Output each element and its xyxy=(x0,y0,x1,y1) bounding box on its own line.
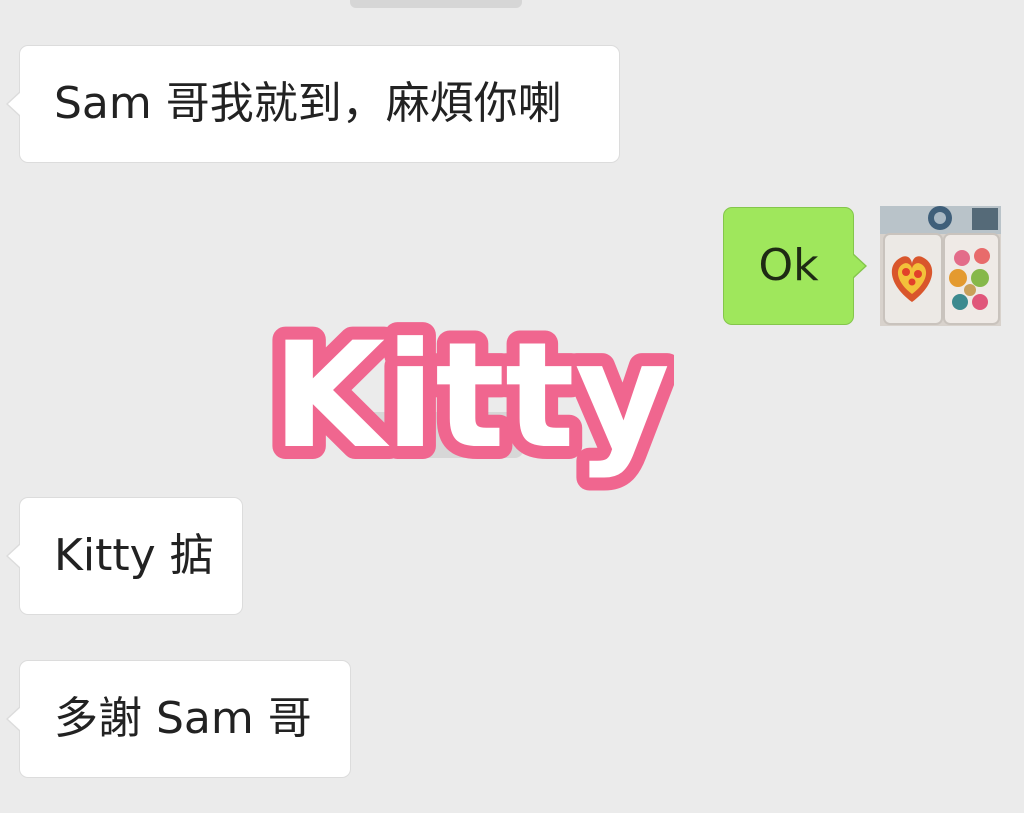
watermark-text: Kitty xyxy=(272,311,670,481)
message-text: 多謝 Sam 哥 xyxy=(54,693,312,744)
message-text: Kitty 掂 xyxy=(54,530,214,581)
previous-message-stub xyxy=(350,0,522,8)
message-text: Sam 哥我就到，麻煩你喇 xyxy=(54,78,562,129)
message-text: Ok xyxy=(758,240,819,291)
food-box-avatar-icon xyxy=(880,206,1001,326)
sender-avatar[interactable] xyxy=(880,206,1001,326)
incoming-message-bubble[interactable]: Sam 哥我就到，麻煩你喇 xyxy=(6,45,620,163)
kitty-watermark: Kitty Kitty xyxy=(262,276,674,498)
incoming-message-bubble[interactable]: Kitty 掂 xyxy=(6,497,243,615)
incoming-message-bubble[interactable]: 多謝 Sam 哥 xyxy=(6,660,351,778)
outgoing-message-bubble[interactable]: Ok xyxy=(723,207,867,325)
